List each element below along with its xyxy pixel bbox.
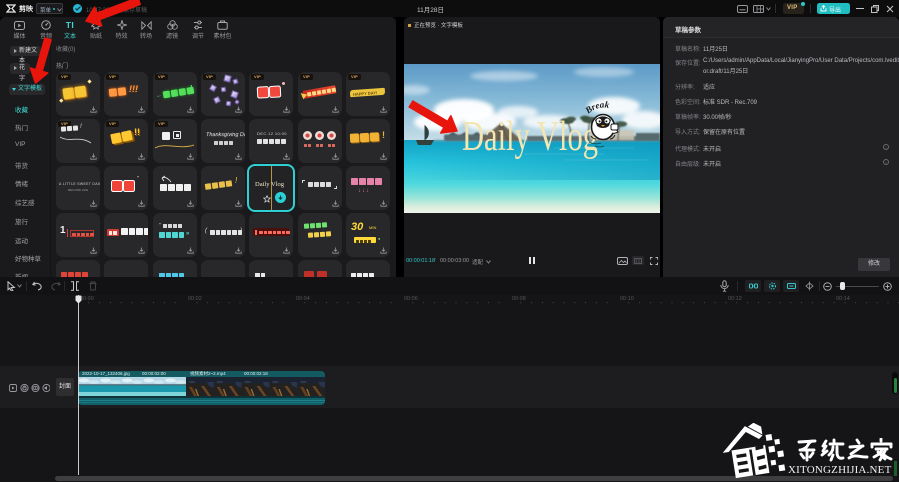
svg-text:Daily Vlog: Daily Vlog [462,114,598,160]
